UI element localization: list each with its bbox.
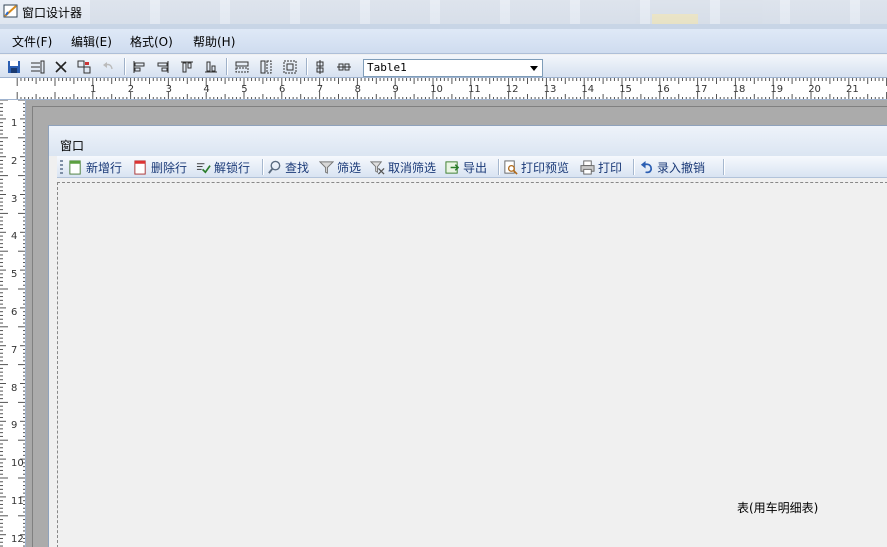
form-toolbar: 新增行 删除行 解锁行 查找 筛选 取消筛选 导出 打印预览 打印 录入撤销 — [57, 156, 887, 178]
delete-row-button[interactable]: 删除行 — [133, 158, 187, 176]
new-row-button[interactable]: 新增行 — [68, 158, 122, 176]
object-select-combo[interactable]: Table1 — [363, 59, 543, 77]
ruler-label: 17 — [694, 84, 708, 95]
ruler-label: 1 — [11, 118, 18, 129]
delete-icon[interactable] — [52, 58, 70, 75]
ruler-label: 4 — [11, 231, 18, 243]
print-button[interactable]: 打印 — [580, 158, 622, 176]
save-icon[interactable] — [5, 58, 23, 75]
print-preview-button[interactable]: 打印预览 — [503, 158, 569, 176]
unlock-row-icon — [196, 162, 211, 173]
clear-filter-icon — [370, 160, 385, 175]
window-designer-app: 窗口设计器 文件(F) 编辑(E) 格式(O) 帮助(H) Table1 123… — [0, 0, 887, 547]
vertical-ruler-ticks — [0, 100, 25, 547]
title-bar: 窗口设计器 — [0, 0, 887, 24]
filter-button[interactable]: 筛选 — [319, 158, 361, 176]
vertical-ruler: 1 2 3 4 5 6 7 8 9 10 11 12 — [0, 100, 26, 547]
ruler-label: 12 — [11, 533, 24, 545]
menu-bar: 文件(F) 编辑(E) 格式(O) 帮助(H) — [0, 29, 887, 54]
ruler-label: 19 — [770, 84, 784, 95]
ruler-label: 10 — [11, 458, 24, 470]
menu-help[interactable]: 帮助(H) — [191, 33, 237, 50]
ruler-label: 12 — [505, 84, 519, 95]
chevron-down-icon[interactable] — [526, 60, 542, 76]
ruler-label: 7 — [316, 84, 324, 95]
same-size-icon[interactable] — [281, 58, 299, 75]
align-top-icon[interactable] — [178, 58, 196, 75]
ruler-label: 11 — [11, 496, 24, 507]
app-icon — [3, 4, 18, 18]
print-preview-icon — [504, 159, 518, 175]
form-title: 窗口 — [60, 139, 85, 153]
center-horizontal-icon[interactable] — [335, 58, 353, 75]
delete-row-icon — [134, 159, 146, 175]
export-button[interactable]: 导出 — [445, 158, 487, 176]
ruler-label: 11 — [468, 84, 481, 95]
horizontal-ruler: 1 2 3 4 5 6 7 8 9 10 11 12 13 14 15 16 17 18 19 20 21 — [0, 78, 887, 100]
menu-edit[interactable]: 编辑(E) — [69, 33, 114, 50]
ruler-label: 21 — [846, 84, 859, 95]
center-vertical-icon[interactable] — [311, 58, 329, 75]
properties-icon[interactable] — [28, 58, 46, 75]
search-icon — [268, 160, 281, 174]
align-right-icon[interactable] — [154, 58, 172, 75]
same-width-icon[interactable] — [233, 58, 251, 75]
menu-file[interactable]: 文件(F) — [10, 33, 54, 50]
ruler-label: 10 — [430, 84, 443, 95]
ruler-label: 5 — [241, 84, 248, 95]
ruler-label: 1 — [90, 84, 97, 95]
window-title: 窗口设计器 — [22, 6, 83, 20]
ruler-label: 7 — [11, 344, 18, 356]
search-button[interactable]: 查找 — [267, 158, 309, 176]
ruler-label: 3 — [11, 193, 18, 205]
ruler-label: 6 — [279, 84, 286, 95]
ruler-label: 16 — [657, 84, 670, 95]
menu-format[interactable]: 格式(O) — [128, 33, 175, 50]
filter-icon — [319, 160, 334, 174]
undo-icon[interactable] — [99, 58, 117, 75]
ruler-label: 6 — [11, 307, 18, 318]
ruler-label: 18 — [732, 84, 746, 95]
ruler-label: 5 — [11, 269, 18, 281]
form-title-bar: 窗口 — [49, 126, 887, 156]
clear-filter-button[interactable]: 取消筛选 — [370, 158, 436, 176]
print-icon — [580, 159, 595, 175]
table-placeholder[interactable] — [57, 182, 887, 547]
ruler-label: 9 — [392, 84, 399, 95]
ruler-label: 8 — [354, 84, 361, 95]
toolbar-grip[interactable] — [60, 160, 63, 174]
undo-entry-icon — [640, 160, 653, 173]
background-window-ghost — [90, 0, 887, 24]
ruler-label: 8 — [11, 382, 18, 394]
ruler-label: 2 — [127, 84, 135, 95]
export-icon — [445, 160, 460, 174]
ruler-label: 2 — [11, 155, 18, 167]
new-row-icon — [69, 159, 81, 175]
ruler-label: 9 — [11, 420, 18, 432]
table-caption: 表(用车明细表) — [737, 501, 819, 515]
ruler-label: 14 — [581, 84, 595, 95]
same-height-icon[interactable] — [257, 58, 275, 75]
ruler-label: 3 — [165, 84, 172, 95]
undo-entry-button[interactable]: 录入撤销 — [639, 158, 705, 176]
align-bottom-icon[interactable] — [202, 58, 220, 75]
ruler-label: 20 — [808, 84, 821, 95]
object-select-value: Table1 — [367, 61, 407, 74]
unlock-row-button[interactable]: 解锁行 — [196, 158, 250, 176]
designed-form[interactable]: 窗口 新增行 删除行 解锁行 查找 筛选 取消筛选 导出 打印预览 打印 录入撤… — [48, 125, 887, 547]
copy-format-icon[interactable] — [75, 58, 93, 75]
ruler-label: 13 — [543, 84, 557, 95]
ruler-label: 15 — [619, 84, 632, 95]
align-left-icon[interactable] — [130, 58, 148, 75]
ruler-label: 4 — [203, 84, 210, 95]
